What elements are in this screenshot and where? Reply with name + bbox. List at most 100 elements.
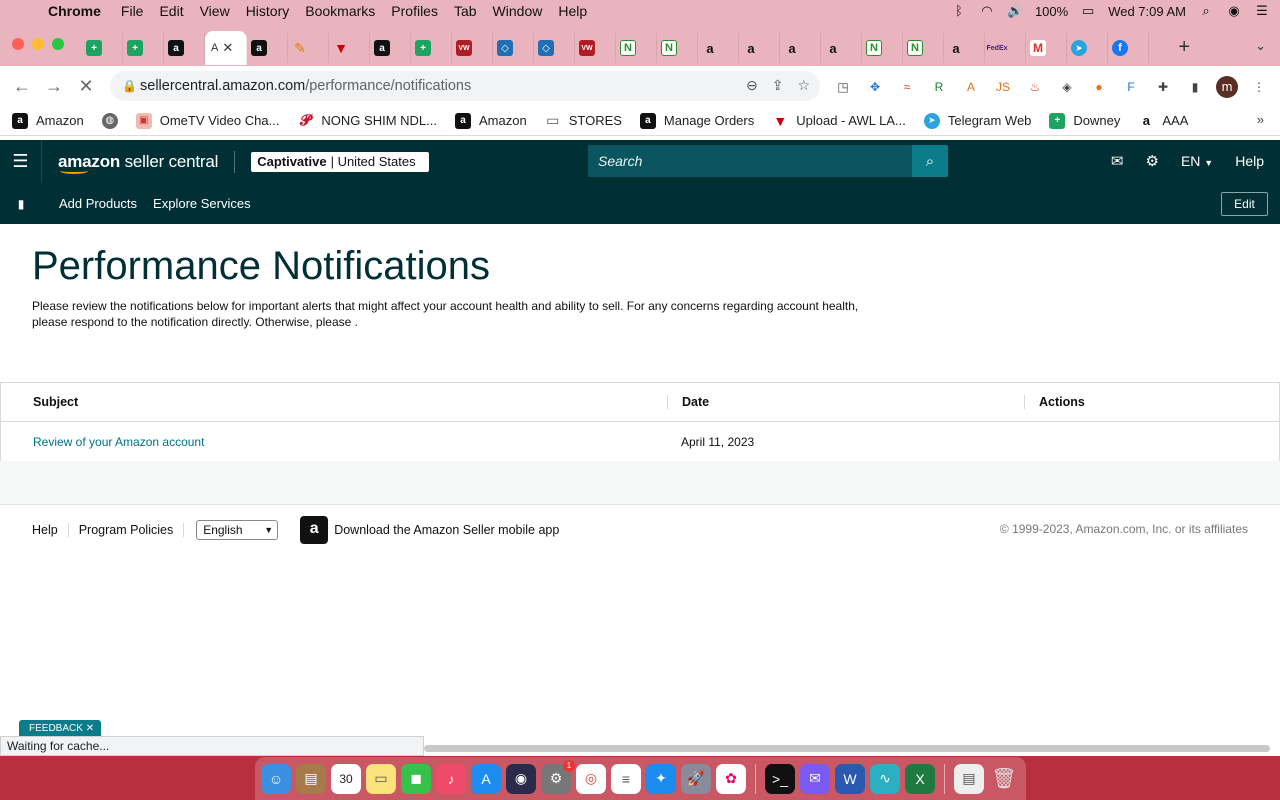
bookmark-item[interactable]: ▣ OmeTV Video Cha... — [135, 112, 279, 129]
siri-icon[interactable]: ◉ — [1226, 4, 1242, 18]
extension-circle-icon[interactable]: ● — [1088, 77, 1110, 97]
share-icon[interactable]: ⇪ — [772, 77, 784, 94]
column-header-subject[interactable]: Subject — [1, 395, 667, 409]
tab[interactable]: a — [944, 33, 985, 63]
add-products-link[interactable]: Add Products — [59, 196, 137, 211]
bookmark-item[interactable]: a Amazon — [12, 112, 84, 129]
bookmark-item[interactable]: ▼ Upload - AWL LA... — [772, 113, 906, 129]
search-input[interactable]: Search — [588, 153, 912, 169]
clock[interactable]: Wed 7:09 AM — [1108, 4, 1186, 19]
spotlight-icon[interactable]: ⌕ — [1198, 4, 1214, 18]
stop-icon[interactable]: ✕ — [70, 76, 102, 97]
app-store-icon[interactable]: A — [471, 763, 501, 794]
tab[interactable]: VW — [452, 33, 493, 63]
volume-icon[interactable]: 🔊 — [1007, 4, 1023, 18]
photos-icon[interactable]: ✿ — [716, 763, 746, 794]
launchpad-icon[interactable]: 🚀 — [681, 763, 711, 794]
kebab-menu-icon[interactable]: ⋮ — [1248, 77, 1270, 97]
close-window-button[interactable] — [12, 38, 24, 50]
tab[interactable]: a — [698, 33, 739, 63]
mobile-app-promo[interactable]: a Download the Amazon Seller mobile app — [300, 516, 559, 544]
search-icon[interactable]: ⌕ — [912, 145, 948, 177]
help-link[interactable]: Help — [1235, 153, 1264, 169]
system-preferences-icon[interactable]: ⚙ 1 — [541, 759, 575, 794]
seller-central-logo[interactable]: amazon seller central — [58, 152, 218, 174]
tab[interactable]: ▼ — [329, 33, 370, 63]
tab[interactable]: a — [739, 33, 780, 63]
seller-search-bar[interactable]: Search ⌕ — [588, 145, 948, 177]
word-icon[interactable]: W — [835, 763, 865, 794]
safari-icon[interactable]: ✦ — [646, 763, 676, 794]
extension-flame-icon[interactable]: ♨ — [1024, 77, 1046, 97]
terminal-icon[interactable]: >_ — [765, 763, 795, 794]
menu-window[interactable]: Window — [485, 3, 551, 19]
tab[interactable]: ✎ — [288, 33, 329, 63]
tab[interactable]: VW — [575, 33, 616, 63]
control-center-icon[interactable]: ☰ — [1254, 4, 1270, 18]
footer-program-policies-link[interactable]: Program Policies — [69, 523, 185, 537]
extension-f-icon[interactable]: F — [1120, 77, 1142, 97]
tab[interactable]: ◇ — [493, 33, 534, 63]
tab[interactable]: FedEx — [985, 33, 1026, 63]
documents-folder-icon[interactable]: ▤ — [954, 763, 984, 794]
close-icon[interactable]: ✕ — [222, 40, 233, 56]
tab-active[interactable]: A ✕ — [205, 31, 247, 65]
menu-edit[interactable]: Edit — [151, 3, 191, 19]
notification-subject-link[interactable]: Review of your Amazon account — [33, 435, 204, 449]
extension-rs-icon[interactable]: R — [928, 77, 950, 97]
excel-icon[interactable]: X — [905, 763, 935, 794]
column-header-date[interactable]: Date — [667, 395, 1024, 409]
footer-help-link[interactable]: Help — [0, 523, 69, 537]
lock-icon[interactable]: 🔒 — [122, 79, 140, 93]
tab[interactable]: N — [657, 33, 698, 63]
forward-icon[interactable]: → — [38, 76, 70, 97]
tab[interactable]: N — [616, 33, 657, 63]
tab[interactable]: N — [903, 33, 944, 63]
menu-view[interactable]: View — [192, 3, 238, 19]
back-icon[interactable]: ← — [6, 76, 38, 97]
bookmark-item[interactable]: ◍ — [101, 112, 118, 129]
reminders-icon[interactable]: ≡ — [611, 763, 641, 794]
address-bar[interactable]: 🔒 sellercentral.amazon.com/performance/n… — [110, 71, 820, 101]
mail-icon[interactable]: ✉ — [1111, 152, 1124, 170]
star-icon[interactable]: ☆ — [797, 77, 810, 94]
bookmark-item[interactable]: a Manage Orders — [639, 112, 754, 129]
messenger-icon[interactable]: ✉ — [800, 763, 830, 794]
menu-bookmarks[interactable]: Bookmarks — [297, 3, 383, 19]
menu-file[interactable]: File — [113, 3, 152, 19]
bookmark-item[interactable]: a AAA — [1138, 113, 1189, 129]
bookmark-item[interactable]: ➤ Telegram Web — [923, 112, 1031, 129]
extension-helium-icon[interactable]: ≈ — [896, 77, 918, 97]
menu-history[interactable]: History — [238, 3, 298, 19]
notes-icon[interactable]: ▭ — [366, 763, 396, 794]
extension-cube-icon[interactable]: ◈ — [1056, 77, 1078, 97]
finder-icon[interactable]: ☺ — [261, 763, 291, 794]
hamburger-menu-icon[interactable]: ☰ — [0, 140, 42, 183]
chrome-icon[interactable]: ◎ — [576, 763, 606, 794]
tab[interactable]: a — [821, 33, 862, 63]
menu-app-name[interactable]: Chrome — [40, 3, 113, 19]
tab[interactable]: a — [164, 33, 205, 63]
extension-aplus-icon[interactable]: A — [960, 77, 982, 97]
battery-icon[interactable]: ▭ — [1080, 4, 1096, 18]
trash-icon[interactable]: 🗑 — [989, 764, 1019, 794]
bookmark-icon[interactable]: ▮ — [0, 197, 42, 211]
tab[interactable]: + — [411, 33, 452, 63]
language-selector[interactable]: EN ▼ — [1181, 153, 1213, 169]
tab[interactable]: ➤ — [1067, 33, 1108, 63]
calendar-icon[interactable]: 30 — [331, 763, 361, 794]
tab[interactable]: ◇ — [534, 33, 575, 63]
tab[interactable]: a — [780, 33, 821, 63]
menu-tab[interactable]: Tab — [446, 3, 485, 19]
extension-js-icon[interactable]: JS — [992, 77, 1014, 97]
tab[interactable]: N — [862, 33, 903, 63]
contacts-icon[interactable]: ▤ — [296, 763, 326, 794]
edit-button[interactable]: Edit — [1221, 192, 1268, 216]
chevron-down-icon[interactable]: ⌄ — [1255, 38, 1266, 54]
music-icon[interactable]: ♪ — [436, 763, 466, 794]
siri-icon[interactable]: ◉ — [506, 763, 536, 794]
profile-avatar[interactable]: m — [1216, 76, 1238, 98]
menu-help[interactable]: Help — [550, 3, 595, 19]
tab[interactable]: + — [123, 33, 164, 63]
side-panel-icon[interactable]: ▮ — [1184, 77, 1206, 97]
